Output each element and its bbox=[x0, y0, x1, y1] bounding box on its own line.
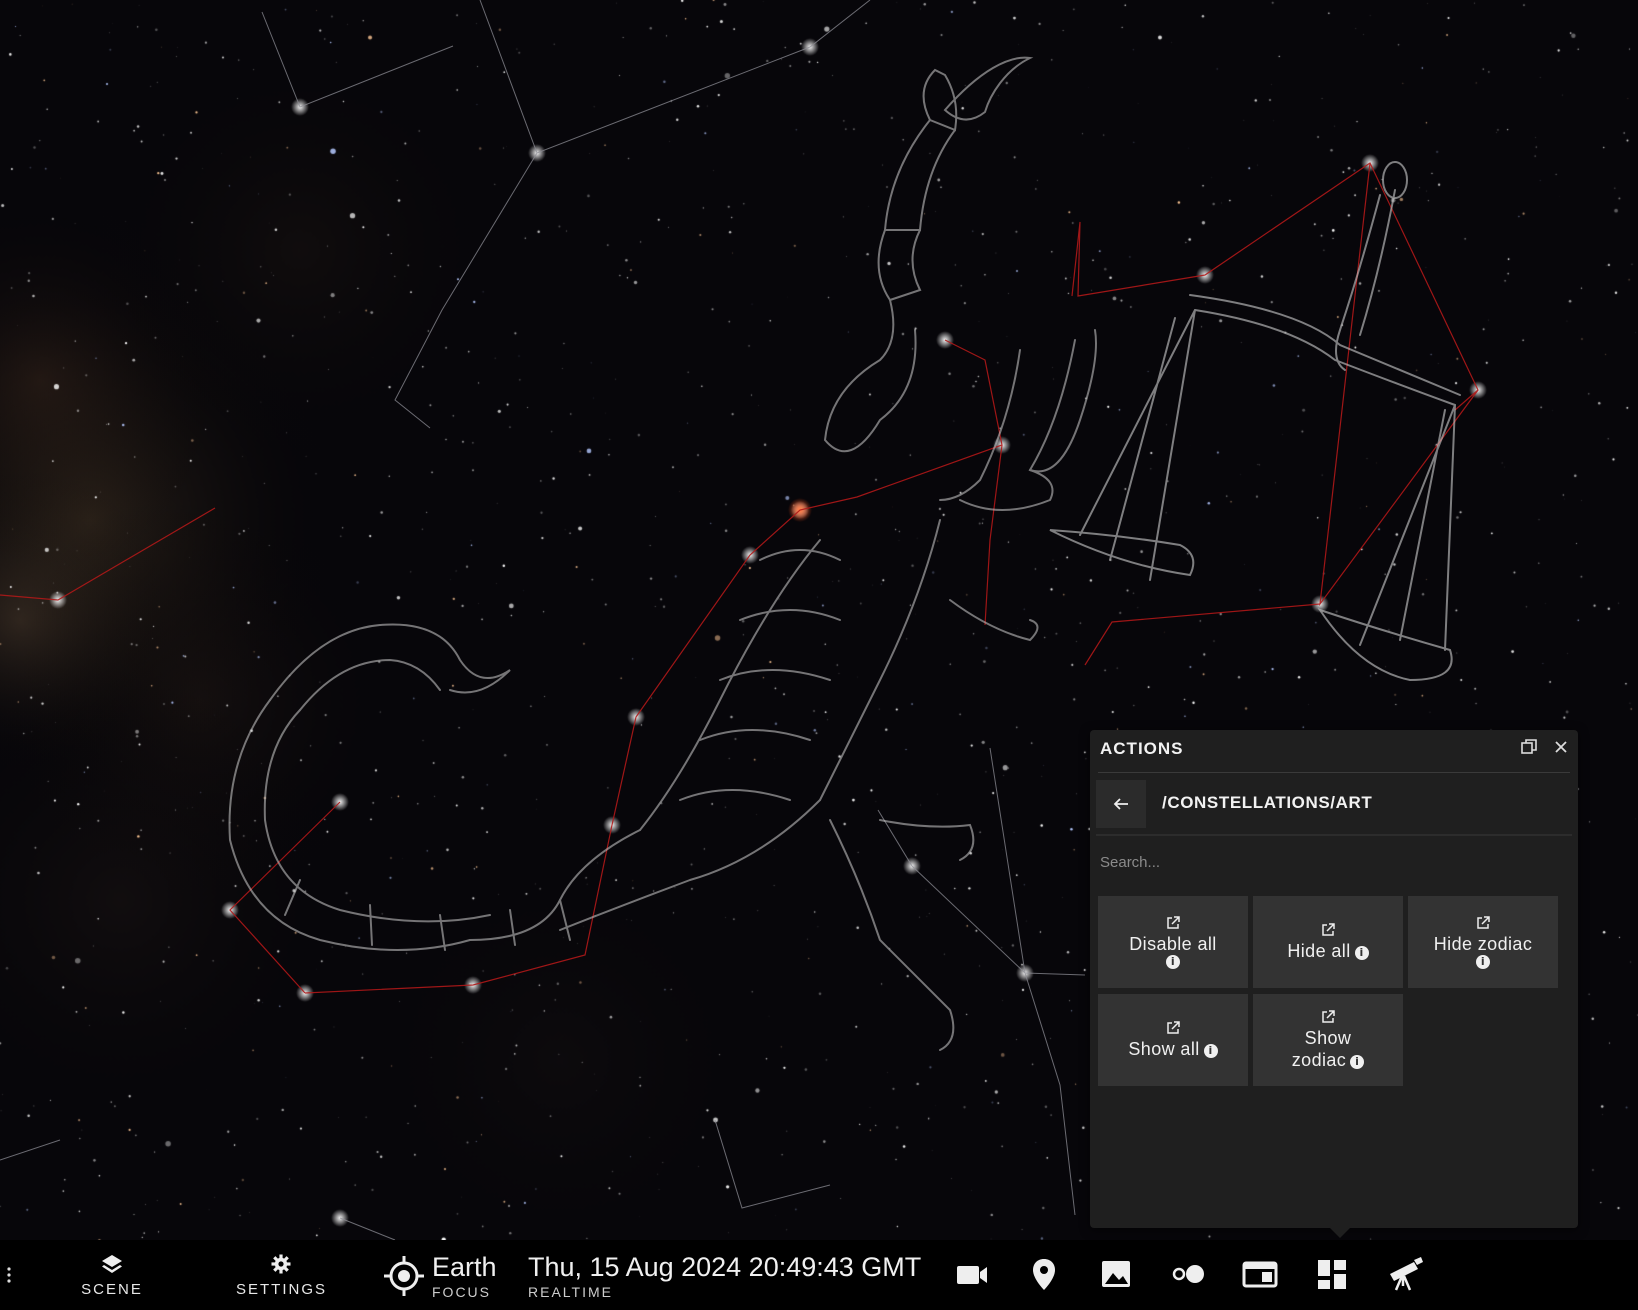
path-label: /CONSTELLATIONS/ART bbox=[1162, 793, 1373, 812]
video-camera-icon[interactable] bbox=[952, 1254, 992, 1294]
header-divider bbox=[1098, 772, 1570, 773]
back-button[interactable] bbox=[1096, 780, 1146, 828]
dashboard-icon[interactable] bbox=[1312, 1254, 1352, 1294]
info-icon[interactable]: i bbox=[1350, 1055, 1365, 1069]
telescope-icon[interactable] bbox=[1384, 1254, 1424, 1294]
panel-title: ACTIONS bbox=[1100, 739, 1184, 758]
disable-all-button[interactable]: Disable all i bbox=[1098, 896, 1248, 988]
show-zodiac-button[interactable]: Show zodiac i bbox=[1253, 994, 1403, 1086]
close-icon[interactable] bbox=[1552, 738, 1572, 758]
toggle-dots-icon[interactable] bbox=[1168, 1254, 1208, 1294]
info-icon[interactable]: i bbox=[1203, 1044, 1218, 1058]
external-link-icon bbox=[1167, 1021, 1180, 1034]
focus-name: Earth bbox=[432, 1252, 497, 1282]
settings-button[interactable]: SETTINGS bbox=[236, 1254, 326, 1298]
external-link-icon bbox=[1322, 1010, 1335, 1023]
action-label: Hide zodiac bbox=[1433, 934, 1533, 954]
focus-sub: FOCUS bbox=[432, 1284, 491, 1300]
hide-zodiac-button[interactable]: Hide zodiac i bbox=[1408, 896, 1558, 988]
actions-panel: ACTIONS /CONSTELLATIONS/ART Disable all … bbox=[1090, 730, 1578, 1228]
settings-label: SETTINGS bbox=[236, 1281, 328, 1298]
show-all-button[interactable]: Show all i bbox=[1098, 994, 1248, 1086]
map-pin-icon[interactable] bbox=[1024, 1254, 1064, 1294]
info-icon[interactable]: i bbox=[1476, 955, 1490, 969]
scene-button[interactable]: SCENE bbox=[80, 1254, 144, 1298]
action-label: Show all bbox=[1128, 1039, 1200, 1059]
arrow-left-icon bbox=[1113, 798, 1128, 810]
datetime[interactable]: Thu, 15 Aug 2024 20:49:43 GMT bbox=[528, 1252, 921, 1283]
external-link-icon bbox=[1477, 916, 1490, 929]
search-input[interactable] bbox=[1100, 848, 1560, 876]
panel-pointer bbox=[1330, 1228, 1350, 1238]
more-vertical-icon[interactable] bbox=[6, 1266, 12, 1284]
info-icon[interactable]: i bbox=[1166, 955, 1180, 969]
scene-label: SCENE bbox=[81, 1281, 143, 1298]
hide-all-button[interactable]: Hide all i bbox=[1253, 896, 1403, 988]
path-bar: /CONSTELLATIONS/ART bbox=[1096, 780, 1572, 828]
action-label: Show zodiac bbox=[1291, 1028, 1352, 1070]
crosshair-icon bbox=[384, 1256, 424, 1296]
taskbar: SCENE SETTINGS Earth FOCUS Thu, 15 Aug 2… bbox=[0, 1240, 1638, 1310]
panel-header: ACTIONS bbox=[1090, 730, 1578, 772]
external-link-icon bbox=[1167, 916, 1180, 929]
external-link-icon bbox=[1322, 923, 1335, 936]
window-icon[interactable] bbox=[1240, 1254, 1280, 1294]
action-label: Disable all bbox=[1129, 934, 1217, 954]
popout-icon[interactable] bbox=[1520, 738, 1540, 758]
action-label: Hide all bbox=[1287, 941, 1351, 961]
gear-icon bbox=[271, 1254, 291, 1274]
image-icon[interactable] bbox=[1096, 1254, 1136, 1294]
time-mode: REALTIME bbox=[528, 1284, 613, 1300]
info-icon[interactable]: i bbox=[1354, 946, 1369, 960]
path-divider bbox=[1096, 834, 1572, 836]
layers-icon bbox=[102, 1255, 122, 1273]
